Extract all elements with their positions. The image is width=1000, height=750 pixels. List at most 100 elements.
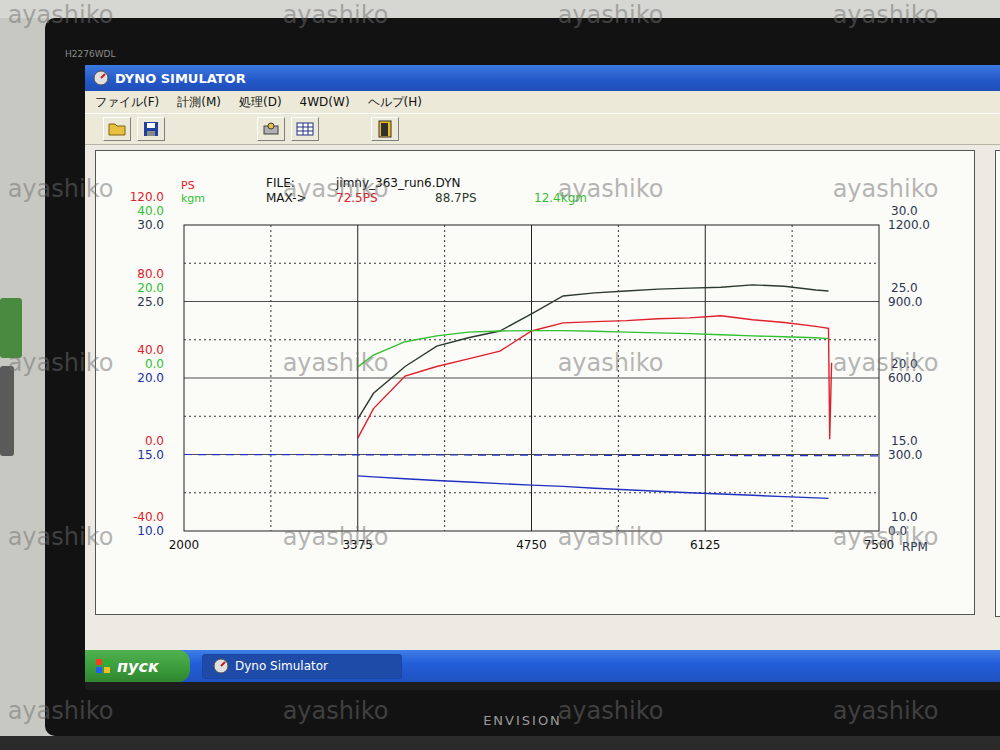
- left-axis-label: 10.0: [137, 524, 164, 538]
- x-axis-label: 3375: [342, 538, 373, 552]
- tool-holder: [0, 366, 14, 456]
- x-axis-label: 6125: [690, 538, 721, 552]
- left-axis-label: 20.0: [137, 371, 164, 385]
- max-value: 88.7PS: [435, 191, 477, 205]
- series-line: [358, 316, 832, 439]
- dyno-chart: PSkgmFILE:jimny_363_run6.DYNMAX->72.5PS8…: [96, 151, 974, 614]
- left-axis-label: 25.0: [137, 295, 164, 309]
- menu-item[interactable]: 処理(D): [239, 94, 282, 111]
- right-axis-label: 20.0: [891, 357, 918, 371]
- open-button[interactable]: [103, 117, 131, 141]
- legend-label: PS: [181, 179, 195, 192]
- menu-item[interactable]: ファイル(F): [95, 94, 159, 111]
- watermark: ayashiko: [748, 102, 1000, 276]
- left-axis-label: 80.0: [137, 267, 164, 281]
- table-button[interactable]: [291, 117, 319, 141]
- screen: DYNO SIMULATOR ファイル(F) 計測(M) 処理(D) 4WD(W) ヘルプ…: [85, 65, 1000, 690]
- menu-item[interactable]: ヘルプ(H): [368, 94, 422, 111]
- right-axis-label: 0.0: [888, 524, 907, 538]
- left-axis-label: 15.0: [137, 448, 164, 462]
- x-axis-label: 2000: [169, 538, 200, 552]
- watermark: ayashiko: [473, 624, 748, 750]
- save-button[interactable]: [137, 117, 165, 141]
- desk: [0, 736, 1000, 750]
- left-axis-label: 0.0: [145, 434, 164, 448]
- watermark-layer: ayashikoayashikoayashikoayashikoayashiko…: [0, 0, 1000, 750]
- watermark: ayashiko: [198, 450, 473, 624]
- max-value: 12.4kgm: [534, 191, 587, 205]
- process-icon: [262, 121, 280, 137]
- left-axis-label: 40.0: [137, 204, 164, 218]
- watermark: ayashiko: [473, 0, 748, 102]
- watermark: ayashiko: [198, 276, 473, 450]
- model-label: H2276WDL: [65, 49, 116, 59]
- watermark: ayashiko: [0, 276, 198, 450]
- right-axis-label: 10.0: [891, 510, 918, 524]
- max-label: MAX->: [266, 191, 307, 205]
- menu-item[interactable]: 計測(M): [177, 94, 221, 111]
- watermark: ayashiko: [0, 624, 198, 750]
- taskbar-item[interactable]: Dyno Simulator: [202, 654, 402, 679]
- window-title: DYNO SIMULATOR: [115, 71, 246, 86]
- app-icon: [213, 658, 229, 674]
- watermark: ayashiko: [473, 102, 748, 276]
- table-icon: [296, 121, 314, 137]
- grid-line: [184, 301, 879, 302]
- client-area: PSkgmFILE:jimny_363_run6.DYNMAX->72.5PS8…: [85, 145, 1000, 650]
- monitor-row: H2276WDL DYNO SIMULATOR ファイル(F) 計測(M) 処理(D) 4…: [0, 18, 1000, 736]
- left-axis-label: -40.0: [133, 510, 164, 524]
- bottom-bezel: ENVISION: [85, 690, 1000, 736]
- exit-button[interactable]: [371, 117, 399, 141]
- title-bar: DYNO SIMULATOR: [85, 65, 1000, 91]
- grid-line: [184, 339, 879, 340]
- grid-line: [792, 225, 793, 531]
- grid-line: [184, 416, 879, 417]
- process-button[interactable]: [257, 117, 285, 141]
- watermark: ayashiko: [0, 0, 198, 102]
- app-icon: [93, 70, 109, 86]
- file-name: jimny_363_run6.DYN: [335, 176, 460, 190]
- grid-line: [270, 225, 271, 531]
- plot-area: [184, 225, 879, 531]
- left-axis-label: 40.0: [137, 343, 164, 357]
- watermark: ayashiko: [0, 102, 198, 276]
- right-axis-label: 15.0: [891, 434, 918, 448]
- start-button[interactable]: пуск: [85, 650, 190, 682]
- wall: [0, 0, 1000, 18]
- right-axis-label: 25.0: [891, 281, 918, 295]
- left-axis-label: 20.0: [137, 281, 164, 295]
- top-bezel: H2276WDL: [85, 18, 1000, 65]
- watermark: ayashiko: [473, 276, 748, 450]
- x-axis-label: 7500: [864, 538, 895, 552]
- monitor: H2276WDL DYNO SIMULATOR ファイル(F) 計測(M) 処理(D) 4…: [45, 18, 1000, 736]
- grid-line: [184, 492, 879, 493]
- screen-edge: [85, 682, 1000, 690]
- x-axis-label: 4750: [516, 538, 547, 552]
- series-line: [184, 455, 879, 456]
- menu-bar: ファイル(F) 計測(M) 処理(D) 4WD(W) ヘルプ(H): [85, 91, 1000, 113]
- menu-item[interactable]: 4WD(W): [300, 95, 350, 109]
- tool-holder: [0, 298, 22, 358]
- right-axis-label: 30.0: [891, 204, 918, 218]
- watermark: ayashiko: [198, 102, 473, 276]
- series-line: [358, 476, 829, 499]
- watermark: ayashiko: [748, 450, 1000, 624]
- right-axis-label: 900.0: [888, 295, 922, 309]
- right-axis-label: 1200.0: [888, 218, 930, 232]
- legend-label: kgm: [181, 192, 205, 205]
- open-folder-icon: [108, 121, 126, 137]
- toolbar: [85, 113, 1000, 145]
- watermark: ayashiko: [198, 624, 473, 750]
- series-line: [358, 285, 829, 419]
- watermark: ayashiko: [198, 0, 473, 102]
- series-line: [358, 331, 829, 367]
- grid-line: [444, 225, 445, 531]
- grid-line: [184, 263, 879, 264]
- windows-flag-icon: [95, 658, 111, 674]
- left-axis-label: 30.0: [137, 218, 164, 232]
- left-axis-label: 120.0: [130, 190, 164, 204]
- side-panel: [995, 150, 1000, 617]
- grid-line: [184, 454, 879, 455]
- x-axis-unit: RPM: [902, 540, 928, 554]
- right-axis-label: 600.0: [888, 371, 922, 385]
